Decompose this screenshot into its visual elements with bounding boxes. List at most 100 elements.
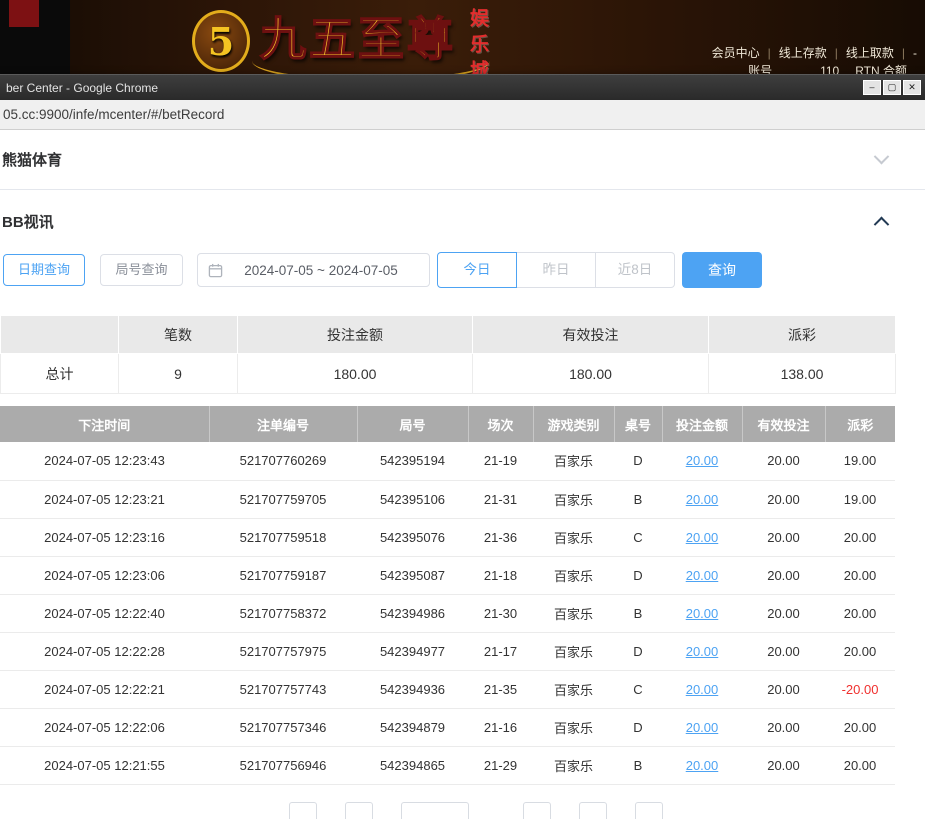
site-logo: 5 九五至尊 娱乐城 (192, 4, 491, 86)
pagination-button[interactable] (401, 802, 469, 819)
minimize-button[interactable]: – (863, 80, 881, 95)
table-row: 2024-07-05 12:23:16521707759518542395076… (0, 518, 895, 556)
payout-cell: 20.00 (825, 746, 895, 784)
pagination-button[interactable] (579, 802, 607, 819)
quick-button-近8日[interactable]: 近8日 (595, 252, 675, 288)
bet-table-body: 2024-07-05 12:23:43521707760269542395194… (0, 442, 895, 784)
table-code-cell: C (614, 670, 662, 708)
bet-time-cell: 2024-07-05 12:22:28 (0, 632, 209, 670)
game-type-cell: 百家乐 (533, 518, 614, 556)
valid-bet-cell: 20.00 (742, 518, 825, 556)
summary-total-valid-bet: 180.00 (473, 354, 709, 394)
bet-amount-link[interactable]: 20.00 (686, 720, 719, 735)
pagination-button[interactable] (635, 802, 663, 819)
round-id-cell: 542395087 (357, 556, 468, 594)
summary-header-payout: 派彩 (709, 316, 896, 354)
summary-total-row: 总计 9 180.00 180.00 138.00 (1, 354, 896, 394)
round-id-cell: 542394936 (357, 670, 468, 708)
bet-amount-cell: 20.00 (662, 442, 742, 480)
nav-separator: | (835, 46, 838, 60)
close-button[interactable]: ✕ (903, 80, 921, 95)
bet-amount-cell: 20.00 (662, 556, 742, 594)
summary-header-count: 笔数 (119, 316, 238, 354)
session-cell: 21-30 (468, 594, 533, 632)
col-header-game-type: 游戏类别 (533, 406, 614, 442)
valid-bet-cell: 20.00 (742, 632, 825, 670)
bet-amount-link[interactable]: 20.00 (686, 758, 719, 773)
pagination-button[interactable] (289, 802, 317, 819)
summary-table: 笔数 投注金额 有效投注 派彩 总计 9 180.00 180.00 138.0… (0, 315, 896, 394)
table-code-cell: D (614, 708, 662, 746)
chevron-down-icon[interactable] (874, 149, 890, 165)
bet-amount-cell: 20.00 (662, 480, 742, 518)
bet-amount-link[interactable]: 20.00 (686, 682, 719, 697)
summary-header-row: 笔数 投注金额 有效投注 派彩 (1, 316, 896, 354)
pagination (0, 802, 895, 819)
summary-total-bet-amount: 180.00 (238, 354, 473, 394)
session-cell: 21-29 (468, 746, 533, 784)
bet-amount-link[interactable]: 20.00 (686, 530, 719, 545)
section-bb-video[interactable]: BB视讯 (0, 190, 925, 252)
table-code-cell: D (614, 442, 662, 480)
nav-link[interactable]: 线上取款 (846, 44, 894, 61)
bet-amount-link[interactable]: 20.00 (686, 606, 719, 621)
summary-header-bet-amount: 投注金额 (238, 316, 473, 354)
logo-title: 九五至尊 (260, 4, 456, 74)
date-query-button[interactable]: 日期查询 (3, 254, 85, 286)
game-type-cell: 百家乐 (533, 708, 614, 746)
bet-amount-link[interactable]: 20.00 (686, 453, 719, 468)
address-bar[interactable]: 05.cc:9900/infe/mcenter/#/betRecord (0, 100, 925, 130)
session-cell: 21-18 (468, 556, 533, 594)
game-type-cell: 百家乐 (533, 670, 614, 708)
round-id-cell: 542395194 (357, 442, 468, 480)
quick-button-昨日[interactable]: 昨日 (516, 252, 596, 288)
table-code-cell: B (614, 746, 662, 784)
col-header-round-id: 局号 (357, 406, 468, 442)
nav-link[interactable]: 线上存款 (779, 44, 827, 61)
bet-amount-cell: 20.00 (662, 746, 742, 784)
pagination-button[interactable] (345, 802, 373, 819)
game-type-cell: 百家乐 (533, 442, 614, 480)
quick-button-今日[interactable]: 今日 (437, 252, 517, 288)
maximize-button[interactable]: ▢ (883, 80, 901, 95)
col-header-table-code: 桌号 (614, 406, 662, 442)
col-header-bet-id: 注单编号 (209, 406, 357, 442)
round-id-cell: 542395076 (357, 518, 468, 556)
quick-date-group: 今日昨日近8日 (437, 252, 675, 288)
screen: 5 九五至尊 娱乐城 会员中心|线上存款|线上取款|- 账号 110 RTN 合… (0, 0, 925, 819)
window-titlebar[interactable]: ber Center - Google Chrome – ▢ ✕ (0, 75, 925, 100)
bet-amount-link[interactable]: 20.00 (686, 644, 719, 659)
chevron-up-icon[interactable] (874, 216, 890, 232)
bet-id-cell: 521707757743 (209, 670, 357, 708)
pagination-button[interactable] (523, 802, 551, 819)
payout-cell: 20.00 (825, 556, 895, 594)
round-id-cell: 542394865 (357, 746, 468, 784)
page-content: 熊猫体育 BB视讯 日期查询 局号查询 2024-07-05 ~ 20 (0, 130, 925, 819)
summary-total-count: 9 (119, 354, 238, 394)
table-row: 2024-07-05 12:22:28521707757975542394977… (0, 632, 895, 670)
nav-suffix: - (913, 46, 917, 60)
search-button[interactable]: 查询 (682, 252, 762, 288)
nav-link[interactable]: 会员中心 (712, 44, 760, 61)
bet-amount-link[interactable]: 20.00 (686, 568, 719, 583)
filter-bar: 日期查询 局号查询 2024-07-05 ~ 2024-07-05 今日昨日近8… (0, 252, 925, 288)
session-cell: 21-35 (468, 670, 533, 708)
banner-nav: 会员中心|线上存款|线上取款|- (712, 44, 917, 61)
bet-table-header-row: 下注时间 注单编号 局号 场次 游戏类别 桌号 投注金额 有效投注 派彩 (0, 406, 895, 442)
valid-bet-cell: 20.00 (742, 708, 825, 746)
section-panda-sports[interactable]: 熊猫体育 (0, 130, 925, 190)
round-id-cell: 542394977 (357, 632, 468, 670)
bet-time-cell: 2024-07-05 12:23:43 (0, 442, 209, 480)
round-query-button[interactable]: 局号查询 (100, 254, 183, 286)
session-cell: 21-31 (468, 480, 533, 518)
table-row: 2024-07-05 12:22:06521707757346542394879… (0, 708, 895, 746)
table-code-cell: B (614, 594, 662, 632)
valid-bet-cell: 20.00 (742, 670, 825, 708)
game-type-cell: 百家乐 (533, 594, 614, 632)
valid-bet-cell: 20.00 (742, 442, 825, 480)
bet-amount-link[interactable]: 20.00 (686, 492, 719, 507)
valid-bet-cell: 20.00 (742, 746, 825, 784)
url-text: 05.cc:9900/infe/mcenter/#/betRecord (3, 107, 224, 122)
date-range-input[interactable]: 2024-07-05 ~ 2024-07-05 (197, 253, 430, 287)
bet-id-cell: 521707759518 (209, 518, 357, 556)
